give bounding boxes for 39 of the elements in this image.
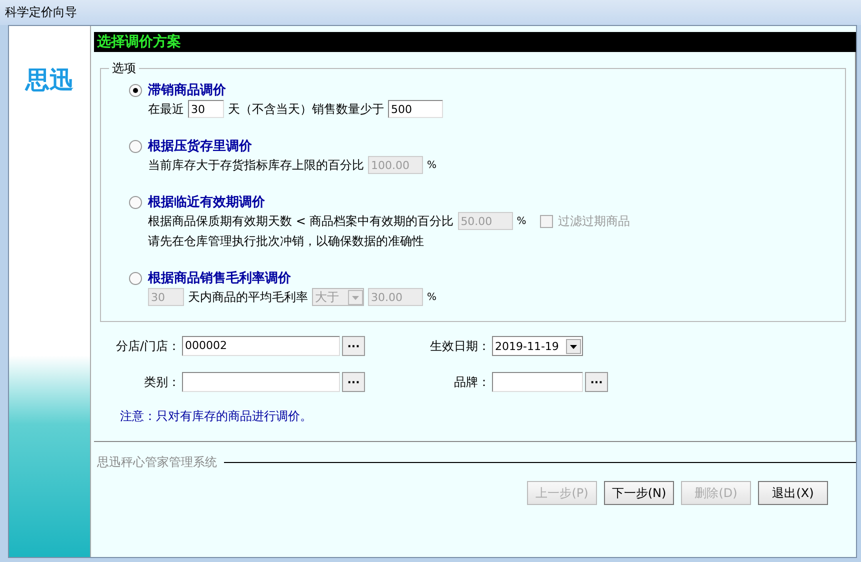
header-title: 选择调价方案	[97, 33, 181, 51]
input-field[interactable]	[492, 372, 583, 392]
browse-button[interactable]: ···	[585, 372, 608, 392]
date-picker[interactable]: 2019-11-19	[492, 336, 583, 356]
note-text: 注意：只对有库存的商品进行调价。	[120, 408, 313, 425]
field-label: 类别：	[143, 374, 180, 390]
radio-button[interactable]	[129, 272, 142, 284]
group-legend: 选项	[109, 60, 139, 77]
wizard-button[interactable]: 退出(X)	[758, 481, 828, 505]
option-label[interactable]: 根据压货存里调价	[148, 137, 252, 155]
footer-caption: 思迅秤心管家管理系统	[97, 454, 217, 471]
option-label[interactable]: 滞销商品调价	[148, 81, 226, 99]
browse-button[interactable]: ···	[342, 372, 365, 392]
checkbox-label: 过滤过期商品	[558, 212, 630, 230]
option-text: 请先在仓库管理执行批次冲销，以确保数据的准确性	[148, 232, 424, 250]
option-text: 天（不含当天）销售数量少于	[228, 100, 384, 118]
option-text: 当前库存大于存货指标库存上限的百分比	[148, 156, 364, 174]
input-field[interactable]: 500	[388, 100, 443, 118]
option-text: 在最近	[148, 100, 184, 118]
field-label: 品牌：	[453, 374, 490, 390]
window-title: 科学定价向导	[5, 4, 77, 21]
option-text: 天内商品的平均毛利率	[188, 288, 308, 306]
percent-unit: %	[427, 292, 437, 302]
radio-button[interactable]	[129, 196, 142, 208]
option-text: 根据商品保质期有效期天数 < 商品档案中有效期的百分比	[148, 212, 454, 230]
input-field[interactable]: 30	[188, 100, 224, 118]
field-label: 生效日期：	[429, 338, 490, 354]
browse-button[interactable]: ···	[342, 336, 365, 356]
percent-unit: %	[427, 160, 437, 170]
input-field[interactable]: 000002	[182, 336, 340, 356]
logo: 思迅	[26, 66, 74, 94]
wizard-button[interactable]: 下一步(N)	[604, 481, 674, 505]
radio-button[interactable]	[129, 84, 142, 96]
field-label: 分店/门店：	[114, 338, 180, 354]
input-field[interactable]	[182, 372, 340, 392]
radio-button[interactable]	[129, 140, 142, 152]
option-label[interactable]: 根据商品销售毛利率调价	[148, 269, 291, 287]
option-label[interactable]: 根据临近有效期调价	[148, 193, 265, 211]
percent-unit: %	[516, 216, 526, 226]
